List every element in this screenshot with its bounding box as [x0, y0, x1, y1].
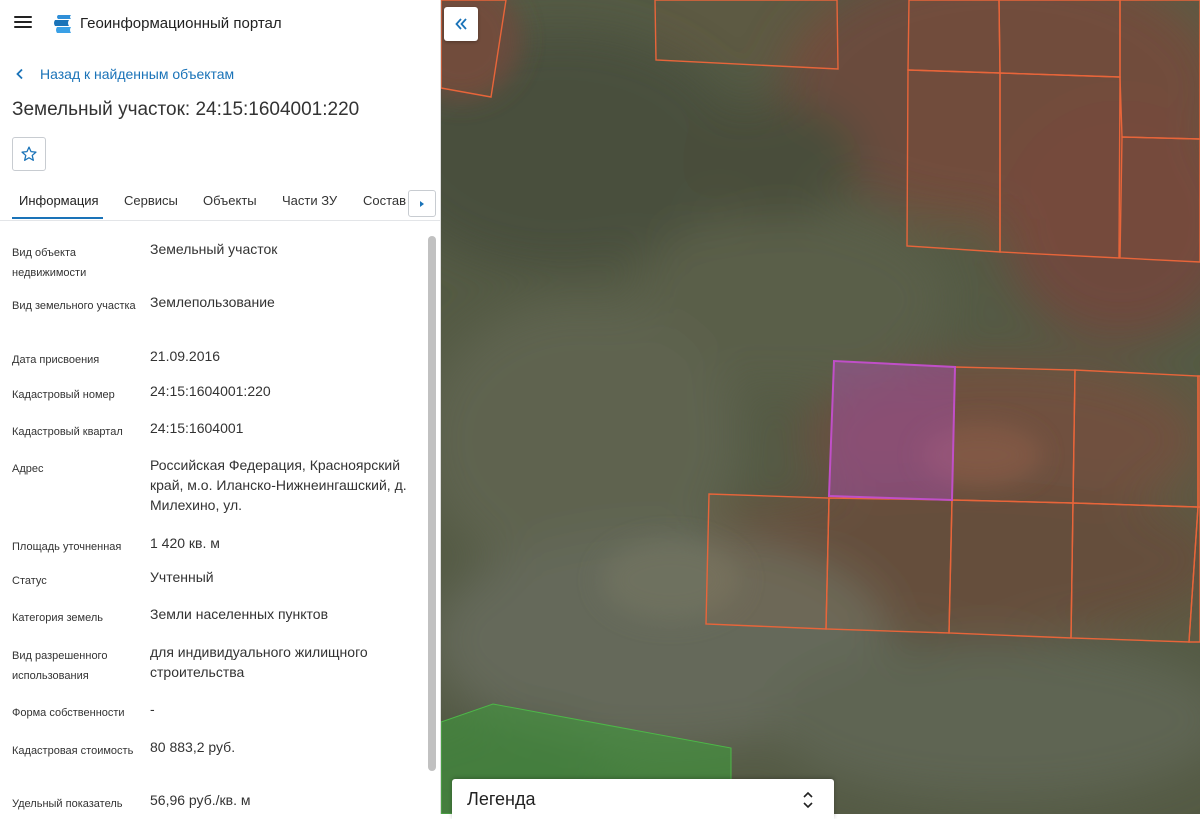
info-label: Вид объекта недвижимости	[12, 247, 87, 279]
app-title: Геоинформационный портал	[80, 15, 282, 32]
info-value: для индивидуального жилищного строительс…	[150, 644, 368, 680]
parcel-polygon[interactable]	[705, 493, 830, 630]
info-label: Дата присвоения	[12, 354, 100, 366]
back-link-label: Назад к найденным объектам	[40, 66, 235, 82]
selected-parcel-polygon[interactable]	[827, 359, 957, 502]
tab-objects[interactable]: Объекты	[203, 182, 257, 220]
info-label: Кадастровый квартал	[12, 426, 123, 438]
active-tab-indicator	[12, 217, 103, 219]
parcel-polygon[interactable]	[825, 497, 953, 634]
info-label: Статус	[12, 575, 47, 587]
caret-right-icon	[420, 200, 424, 207]
tab-services[interactable]: Сервисы	[124, 182, 178, 220]
legend-panel[interactable]: Легенда	[452, 779, 834, 819]
parcel-polygon[interactable]	[999, 72, 1121, 259]
map-canvas[interactable]	[441, 0, 1200, 814]
info-value: 24:15:1604001	[150, 420, 244, 436]
parcel-polygon[interactable]	[998, 0, 1121, 78]
expand-collapse-icon[interactable]	[802, 790, 814, 810]
star-icon	[21, 146, 37, 161]
parcel-polygon[interactable]	[951, 366, 1076, 504]
info-label: Кадастровый номер	[12, 389, 115, 401]
info-label: Категория земель	[12, 612, 103, 624]
parcel-polygon[interactable]	[907, 0, 1001, 74]
info-label: Адрес	[12, 463, 44, 475]
info-value: 56,96 руб./кв. м	[150, 792, 251, 808]
info-value: 21.09.2016	[150, 348, 221, 364]
info-value: 1 420 кв. м	[150, 535, 220, 551]
info-value: Земли населенных пунктов	[150, 606, 329, 622]
info-label: Площадь уточненная	[12, 541, 122, 553]
satellite-map[interactable]	[441, 0, 1200, 814]
info-value: Земельный участок	[150, 241, 278, 257]
chevron-left-icon	[16, 68, 23, 80]
info-list: Вид объекта недвижимости Земельный участ…	[0, 221, 441, 814]
parcel-polygon[interactable]	[1072, 369, 1199, 508]
info-label: Форма собственности	[12, 707, 125, 719]
add-to-favorites-button[interactable]	[12, 137, 46, 171]
tab-parcel-parts[interactable]: Части ЗУ	[282, 182, 337, 220]
info-value: 80 883,2 руб.	[150, 739, 236, 755]
double-chevron-left-icon	[455, 18, 467, 30]
info-label: Вид земельного участка	[12, 300, 136, 312]
info-value: -	[150, 701, 155, 717]
info-value: Учтенный	[150, 569, 214, 585]
info-scrollbar[interactable]	[428, 236, 436, 771]
parcel-polygon[interactable]	[1119, 0, 1200, 140]
parcel-polygon[interactable]	[948, 499, 1074, 639]
parcel-polygon[interactable]	[654, 0, 839, 70]
tab-information[interactable]: Информация	[19, 182, 99, 220]
parcel-polygon[interactable]	[906, 69, 1001, 253]
info-label: Вид разрешенного использования	[12, 650, 108, 682]
back-to-results-link[interactable]: Назад к найденным объектам	[14, 64, 234, 84]
info-panel: Геоинформационный портал Назад к найденн…	[0, 0, 441, 814]
portal-logo-icon[interactable]	[51, 14, 73, 34]
hamburger-menu-icon[interactable]	[14, 15, 32, 29]
page-title: Земельный участок: 24:15:1604001:220	[12, 99, 360, 120]
info-value: 24:15:1604001:220	[150, 383, 271, 399]
parcel-polygon[interactable]	[1070, 502, 1199, 643]
info-value: Российская Федерация, Красноярский край,…	[150, 457, 407, 513]
tabs-scroll-right-button[interactable]	[408, 190, 436, 217]
tab-composition[interactable]: Состав	[363, 182, 406, 220]
info-value: Землепользование	[150, 294, 275, 310]
parcel-polygon[interactable]	[1119, 136, 1200, 263]
collapse-panel-button[interactable]	[444, 7, 478, 41]
tab-bar: Информация Сервисы Объекты Части ЗУ Сост…	[0, 182, 441, 221]
info-label: Удельный показатель	[12, 798, 123, 810]
app-header: Геоинформационный портал	[0, 0, 441, 48]
info-label: Кадастровая стоимость	[12, 745, 134, 757]
legend-title: Легенда	[467, 789, 536, 809]
